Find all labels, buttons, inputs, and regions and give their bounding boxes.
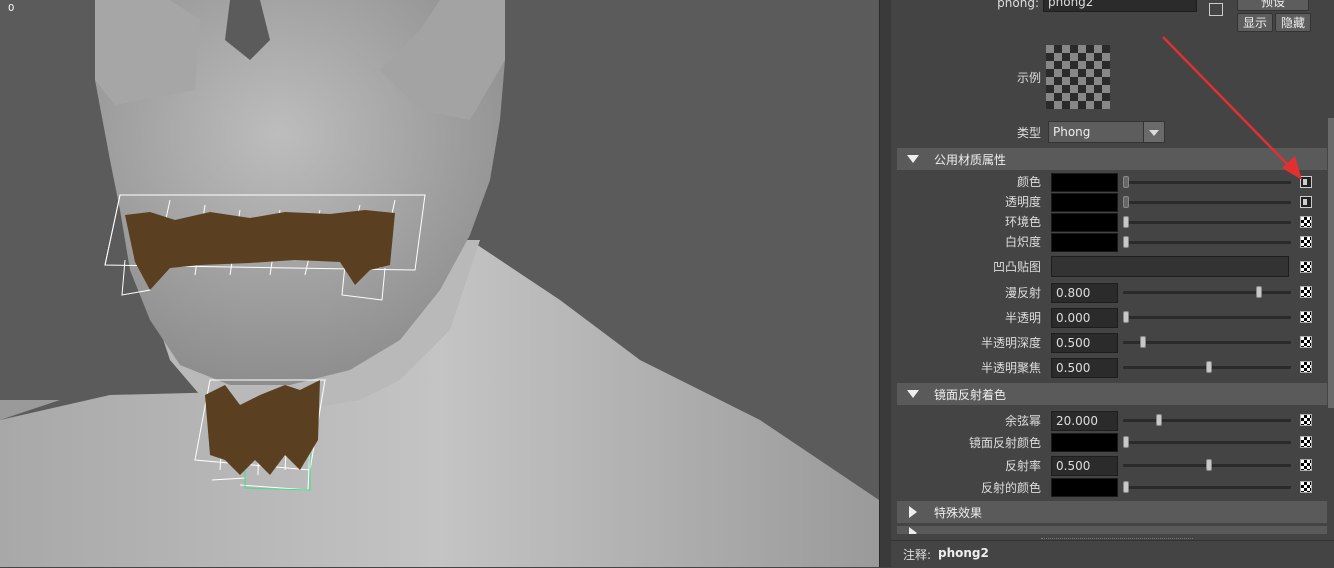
map-button-icon[interactable] (1300, 436, 1312, 448)
notes-value[interactable]: phong2 (938, 546, 989, 560)
translucence-label: 半透明 (1004, 311, 1041, 325)
cosine-power-label: 余弦幂 (1004, 414, 1041, 428)
translucence-slider-thumb[interactable] (1123, 311, 1129, 323)
resize-handle[interactable] (1041, 538, 1193, 539)
translucence-depth-field[interactable]: 0.500 (1051, 333, 1118, 353)
cosine-power-slider[interactable] (1123, 419, 1291, 422)
color-swatch[interactable] (1051, 173, 1118, 192)
ambient-swatch[interactable] (1051, 213, 1118, 232)
specular-color-label: 镜面反射颜色 (968, 436, 1041, 450)
diffuse-label: 漫反射 (1004, 286, 1041, 300)
3d-viewport[interactable]: 0 (0, 0, 879, 567)
material-swatch-preview (1046, 45, 1110, 109)
incandescence-slider-thumb[interactable] (1123, 236, 1129, 248)
viewport-corner-label: 0 (8, 3, 15, 14)
specular-color-slider[interactable] (1123, 441, 1291, 444)
translucence-depth-label: 半透明深度 (980, 336, 1041, 350)
color-label: 颜色 (1016, 175, 1041, 189)
transparency-swatch[interactable] (1051, 193, 1118, 212)
hide-button[interactable]: 隐藏 (1275, 13, 1311, 32)
collapse-triangle-icon (907, 390, 919, 398)
notes-label: 注释: (903, 548, 932, 562)
section-common-material[interactable]: 公用材质属性 (897, 148, 1327, 170)
section-title: 特殊效果 (934, 506, 983, 520)
viewport-scene (0, 0, 879, 567)
map-button-icon[interactable] (1300, 336, 1312, 348)
notes-bar: 注释: phong2 (891, 540, 1334, 568)
map-button-icon[interactable] (1300, 286, 1312, 298)
diffuse-slider-thumb[interactable] (1255, 286, 1262, 298)
map-button-icon[interactable] (1300, 311, 1312, 323)
incandescence-slider[interactable] (1123, 241, 1291, 244)
incandescence-label: 白炽度 (1004, 235, 1041, 249)
expand-triangle-icon (909, 506, 917, 518)
reflected-color-swatch[interactable] (1051, 478, 1118, 497)
map-button-icon[interactable] (1300, 361, 1312, 373)
type-dropdown[interactable]: Phong (1048, 121, 1165, 143)
map-button-icon[interactable] (1300, 261, 1312, 273)
type-label: 类型 (1016, 126, 1041, 140)
bump-map-field[interactable] (1051, 256, 1289, 277)
type-value: Phong (1053, 125, 1091, 139)
map-button-icon[interactable] (1300, 459, 1312, 471)
transparency-slider[interactable] (1123, 201, 1291, 204)
section-title: 镜面反射着色 (934, 388, 1007, 402)
map-button-icon[interactable] (1300, 236, 1312, 248)
cosine-power-slider-thumb[interactable] (1156, 414, 1163, 426)
reflectivity-label: 反射率 (1004, 459, 1041, 473)
transparency-slider-thumb[interactable] (1123, 196, 1129, 208)
diffuse-field[interactable]: 0.800 (1051, 283, 1118, 303)
reflectivity-slider-thumb[interactable] (1206, 459, 1212, 471)
map-connection-icon[interactable] (1300, 176, 1312, 188)
translucence-depth-slider-thumb[interactable] (1139, 336, 1146, 348)
translucence-slider[interactable] (1123, 316, 1291, 319)
attribute-editor: phong: phong2 预设 显示 隐藏 示例 类型 Phong 公用材质属… (891, 0, 1334, 568)
map-connection-icon[interactable] (1300, 196, 1312, 208)
reflected-color-label: 反射的颜色 (980, 481, 1041, 495)
cosine-power-field[interactable]: 20.000 (1051, 411, 1118, 431)
translucence-field[interactable]: 0.000 (1051, 308, 1118, 328)
specular-color-slider-thumb[interactable] (1123, 436, 1129, 448)
transparency-label: 透明度 (1004, 195, 1041, 209)
reflected-color-slider[interactable] (1123, 486, 1291, 489)
bump-label: 凹凸贴图 (992, 260, 1041, 274)
section-collapsed-next[interactable] (897, 526, 1327, 534)
section-title: 公用材质属性 (934, 153, 1007, 167)
specular-color-swatch[interactable] (1051, 433, 1118, 452)
node-name-label: phong: (997, 0, 1039, 10)
translucence-depth-slider[interactable] (1123, 341, 1291, 344)
node-name-field[interactable]: phong2 (1043, 0, 1197, 12)
map-button-icon[interactable] (1300, 216, 1312, 228)
ambient-label: 环境色 (1004, 215, 1041, 229)
map-button-icon[interactable] (1300, 414, 1312, 426)
translucence-focus-field[interactable]: 0.500 (1051, 358, 1118, 378)
chevron-down-icon (1143, 122, 1164, 142)
section-special-effects[interactable]: 特殊效果 (897, 501, 1327, 523)
preset-button[interactable]: 预设 (1237, 0, 1309, 11)
incandescence-swatch[interactable] (1051, 233, 1118, 252)
ambient-slider-thumb[interactable] (1123, 216, 1129, 228)
color-slider[interactable] (1123, 181, 1291, 184)
reflectivity-field[interactable]: 0.500 (1051, 456, 1118, 476)
color-slider-thumb[interactable] (1123, 176, 1129, 188)
diffuse-slider[interactable] (1123, 291, 1291, 294)
expand-triangle-icon (909, 527, 917, 534)
translucence-focus-slider-thumb[interactable] (1206, 361, 1212, 373)
sample-label: 示例 (1016, 71, 1041, 85)
reflected-color-slider-thumb[interactable] (1123, 481, 1129, 493)
collapse-triangle-icon (907, 155, 919, 163)
map-button-icon[interactable] (1300, 481, 1312, 493)
section-specular-shading[interactable]: 镜面反射着色 (897, 383, 1327, 405)
focus-icon[interactable] (1209, 3, 1223, 16)
attribute-scrollbar[interactable] (1328, 118, 1334, 408)
show-button[interactable]: 显示 (1237, 13, 1273, 32)
translucence-focus-label: 半透明聚焦 (980, 361, 1041, 375)
ambient-slider[interactable] (1123, 221, 1291, 224)
